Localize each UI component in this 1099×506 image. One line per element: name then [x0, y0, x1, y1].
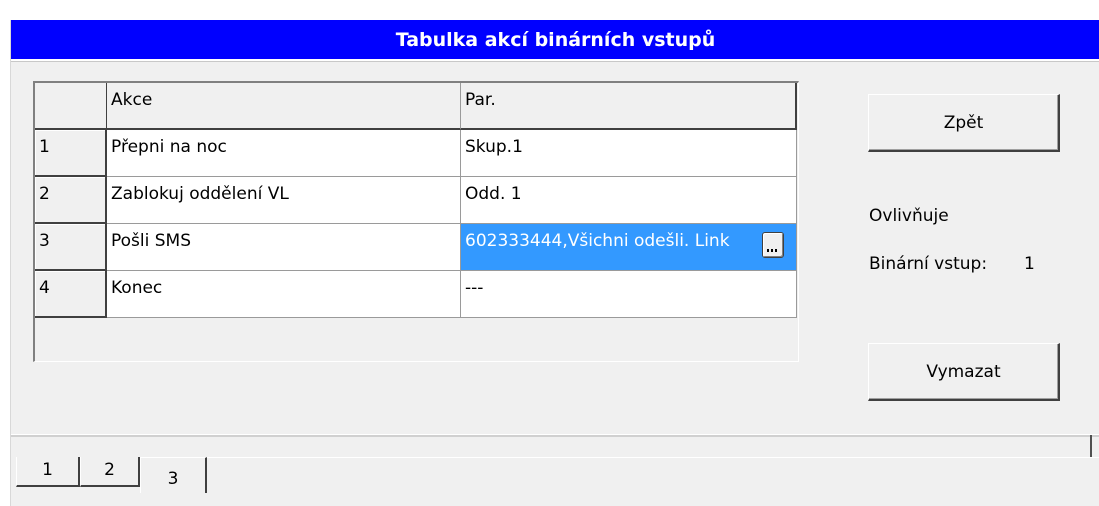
cell-akce[interactable]: Zablokuj oddělení VL: [107, 177, 461, 224]
tab-strip-border: [11, 435, 1099, 437]
cell-akce[interactable]: Přepni na noc: [107, 130, 461, 177]
cell-par[interactable]: Odd. 1: [461, 177, 797, 224]
tab-strip-line: [207, 457, 1099, 458]
row-number[interactable]: 1: [35, 130, 107, 177]
table-row[interactable]: 3 Pošli SMS 602333444,Všichni odešli. Li…: [35, 224, 797, 271]
ellipsis-icon: [767, 249, 779, 252]
cell-par-text[interactable]: 602333444,Všichni odešli. Link: [465, 231, 730, 251]
cell-par-selected[interactable]: 602333444,Všichni odešli. Link: [461, 224, 797, 271]
window-title: Tabulka akcí binárních vstupů: [11, 20, 1099, 59]
cell-par[interactable]: Skup.1: [461, 130, 797, 177]
binary-input-value: 1: [1024, 254, 1035, 274]
cell-akce[interactable]: Pošli SMS: [107, 224, 461, 271]
affects-label: Ovlivňuje: [869, 206, 949, 226]
header-akce[interactable]: Akce: [107, 83, 461, 130]
delete-button[interactable]: Vymazat: [868, 343, 1060, 401]
table-row[interactable]: 2 Zablokuj oddělení VL Odd. 1: [35, 177, 797, 224]
ellipsis-button[interactable]: [762, 232, 784, 258]
cell-akce[interactable]: Konec: [107, 271, 461, 318]
table-row[interactable]: 1 Přepni na noc Skup.1: [35, 130, 797, 177]
row-number[interactable]: 4: [35, 271, 107, 318]
tab-3-active[interactable]: 3: [140, 457, 207, 493]
tab-strip-border: [1090, 435, 1092, 457]
header-row-number: [35, 83, 107, 130]
divider: [11, 61, 1099, 62]
actions-grid[interactable]: Akce Par. 1 Přepni na noc Skup.1 2 Zablo…: [33, 81, 799, 362]
binary-input-label: Binární vstup:: [869, 254, 988, 274]
cell-par[interactable]: ---: [461, 271, 797, 318]
back-button[interactable]: Zpět: [868, 94, 1060, 152]
grid-header-row: Akce Par.: [35, 83, 797, 130]
row-number[interactable]: 3: [35, 224, 107, 271]
binary-input-actions-window: Tabulka akcí binárních vstupů Akce Par. …: [10, 20, 1099, 506]
tab-1[interactable]: 1: [16, 457, 80, 487]
header-par[interactable]: Par.: [461, 83, 797, 130]
row-number[interactable]: 2: [35, 177, 107, 224]
tab-2[interactable]: 2: [80, 457, 140, 487]
table-row[interactable]: 4 Konec ---: [35, 271, 797, 318]
